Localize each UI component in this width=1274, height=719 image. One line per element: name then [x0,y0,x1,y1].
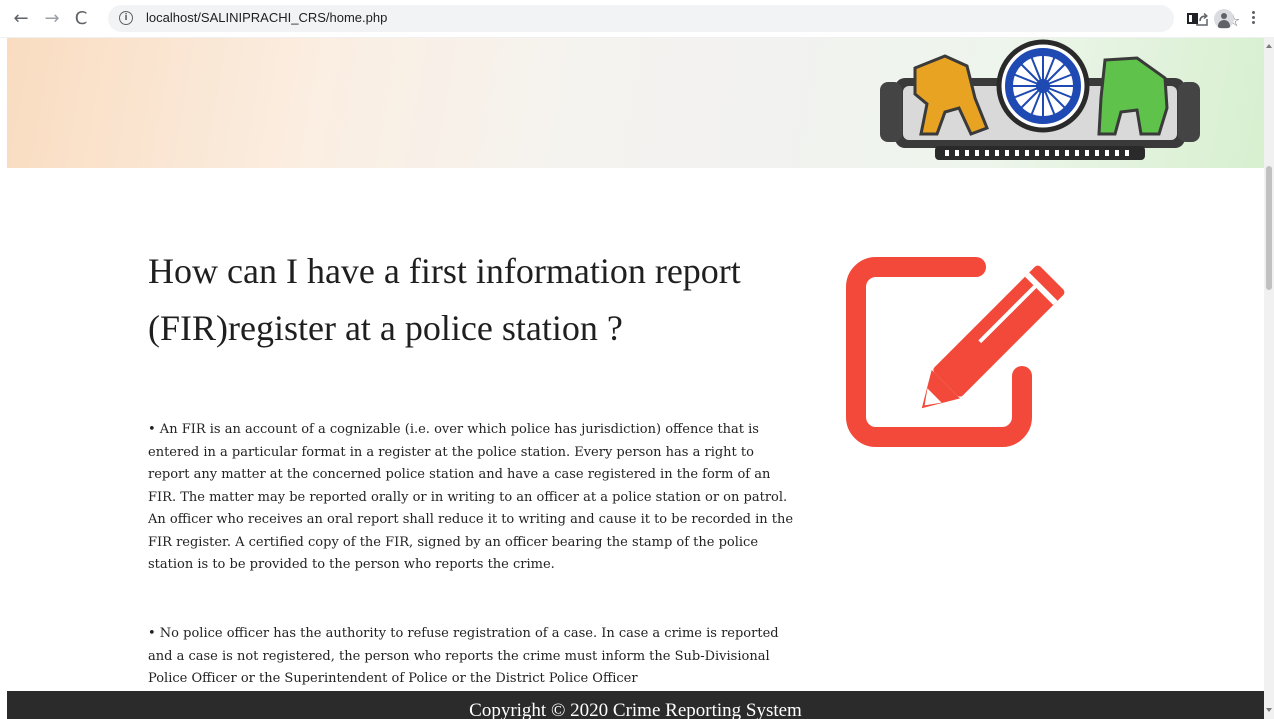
browser-toolbar: ← → C i localhost/SALINIPRACHI_CRS/home.… [0,0,1274,38]
reload-icon[interactable]: C [70,8,92,30]
forward-arrow-icon[interactable]: → [41,8,63,30]
scrollbar-thumb[interactable] [1266,166,1272,290]
kebab-menu-icon[interactable] [1252,9,1256,29]
page-viewport: How can I have a first information repor… [0,38,1274,719]
url-text[interactable]: localhost/SALINIPRACHI_CRS/home.php [146,10,387,25]
fir-paragraph: • An FIR is an account of a cognizable (… [148,422,794,572]
vertical-scrollbar[interactable] [1264,38,1274,719]
site-footer: Copyright © 2020 Crime Reporting System [7,691,1264,719]
back-arrow-icon[interactable]: ← [10,8,32,30]
profile-avatar-icon[interactable] [1214,9,1234,29]
scroll-down-icon[interactable] [1266,708,1272,712]
page-title: How can I have a first information repor… [148,251,741,348]
edit-pencil-icon [846,257,1065,447]
header-banner [7,38,1264,168]
scroll-up-icon[interactable] [1266,44,1272,48]
emblem-icon [880,39,1200,160]
site-info-icon[interactable]: i [119,11,133,25]
address-bar[interactable]: i localhost/SALINIPRACHI_CRS/home.php ☆ [108,5,1240,32]
copyright-text: Copyright © 2020 Crime Reporting System [469,700,802,719]
side-panel-icon[interactable] [1187,13,1198,24]
fir-paragraph: • No police officer has the authority to… [148,626,779,686]
